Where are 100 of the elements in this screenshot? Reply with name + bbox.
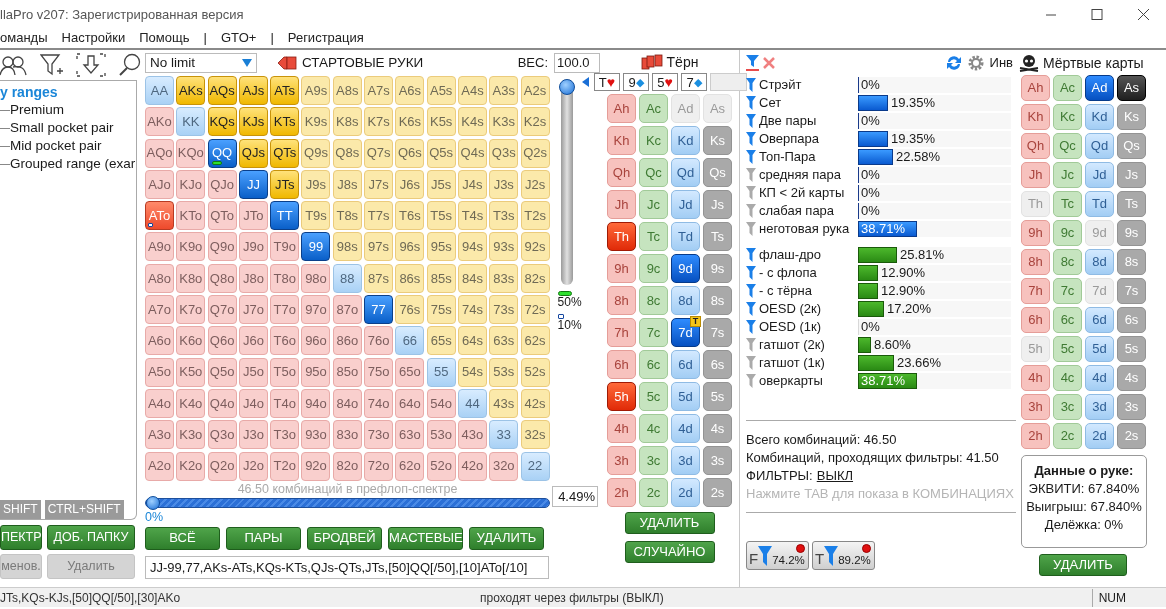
hand-cell[interactable]: T8s [332,201,362,231]
button[interactable]: МАСТЕВЫЕ [388,526,463,550]
hand-cell[interactable]: A5o [145,357,174,387]
card-button[interactable]: 6s [703,350,732,379]
hand-cell[interactable]: K6o [176,326,206,356]
hand-cell[interactable]: 83s [489,263,519,293]
filter-icon[interactable] [746,284,756,298]
hand-cell[interactable]: T7s [364,201,394,231]
button[interactable]: ДОБ. ПАПКУ [47,525,135,550]
card-button[interactable]: Js [703,190,732,219]
hand-cell[interactable]: T4s [457,201,487,231]
hand-cell[interactable]: A8s [332,76,362,105]
hand-cell[interactable]: 86o [332,326,362,356]
hand-cell[interactable]: A3s [489,76,519,105]
hand-cell[interactable]: J9s [301,169,331,199]
hand-cell[interactable]: A6s [395,76,425,105]
card-button[interactable]: 2d [671,478,700,507]
hand-cell[interactable]: A9o [145,232,174,262]
import-icon[interactable] [76,53,106,77]
card-button[interactable]: 2c [1053,423,1082,449]
hand-cell[interactable]: ATo [145,201,174,231]
hand-cell[interactable]: 33 [489,420,519,450]
hand-cell[interactable]: Q5s [426,138,456,168]
hand-cell[interactable]: ATs [270,76,300,105]
card-button[interactable]: Ks [703,126,732,155]
hand-cell[interactable]: J4s [457,169,487,199]
card-button[interactable]: 7c [639,318,668,347]
card-button[interactable]: Jd [671,190,700,219]
card-button[interactable]: Kh [607,126,636,155]
people-icon[interactable] [0,54,28,76]
card-button[interactable]: Tc [1053,191,1082,217]
hand-cell[interactable]: 84o [332,388,362,418]
hand-cell[interactable]: AA [145,76,174,105]
card-button[interactable]: 6c [639,350,668,379]
hand-cell[interactable]: A6o [145,326,174,356]
hand-cell[interactable]: J7o [238,295,268,325]
hand-cell[interactable]: A4o [145,388,174,418]
hand-cell[interactable]: Q9s [301,138,331,168]
filter-icon[interactable] [746,248,756,262]
hand-cell[interactable]: KTs [270,107,300,137]
hand-cell[interactable]: 74s [457,295,487,325]
card-button[interactable]: Ks [1117,104,1146,130]
hand-cell[interactable]: K3s [489,107,519,137]
card-button[interactable]: 6h [1021,307,1050,333]
hand-cell[interactable]: 94o [301,388,331,418]
card-button[interactable]: 8d [1085,249,1114,275]
card-button[interactable]: 4s [703,414,732,443]
card-button[interactable]: Qs [703,158,732,187]
hand-cell[interactable]: 64o [395,388,425,418]
hand-cell[interactable]: 76s [395,295,425,325]
card-button[interactable]: 5s [703,382,732,411]
menu-item[interactable]: Регистрация [287,28,364,48]
hand-cell[interactable]: 73o [364,420,394,450]
board-slot[interactable]: 9◆ [623,73,649,91]
hand-cell[interactable]: A3o [145,420,174,450]
hand-cell[interactable]: KTo [176,201,206,231]
card-button[interactable]: Th [607,222,636,251]
card-button[interactable]: 9s [703,254,732,283]
hand-cell[interactable]: Q3o [207,420,237,450]
hand-cell[interactable]: T8o [270,263,300,293]
filter-icon[interactable] [746,320,756,334]
hand-cell[interactable]: J5o [238,357,268,387]
card-button[interactable]: Ah [607,94,636,123]
hand-cell[interactable]: 96o [301,326,331,356]
card-button[interactable]: 4h [607,414,636,443]
hand-cell[interactable]: 76o [364,326,394,356]
hand-cell[interactable]: A4s [457,76,487,105]
button[interactable]: УДАЛИТЬ [1039,554,1127,576]
filter-add-icon[interactable] [40,53,64,77]
refresh-icon[interactable] [944,54,963,72]
hand-cell[interactable]: KJo [176,169,206,199]
hand-cell[interactable]: 87o [332,295,362,325]
card-button[interactable]: 9h [607,254,636,283]
hand-cell[interactable]: 32s [520,420,550,450]
card-button[interactable]: 6h [607,350,636,379]
hand-cell[interactable]: 85s [426,263,456,293]
hand-cell[interactable]: 95o [301,357,331,387]
hand-cell[interactable]: 96s [395,232,425,262]
card-button[interactable]: Ts [703,222,732,251]
hand-cell[interactable]: T4o [270,388,300,418]
card-button[interactable]: 9c [1053,220,1082,246]
hand-cell[interactable]: 63s [489,326,519,356]
hand-cell[interactable]: Q6o [207,326,237,356]
tab[interactable]: SHIFT [0,500,41,519]
hand-cell[interactable]: A5s [426,76,456,105]
card-button[interactable]: 3c [1053,394,1082,420]
tree-item[interactable]: y ranges [0,83,136,101]
menu-item[interactable]: | [203,28,207,48]
hand-cell[interactable]: 65s [426,326,456,356]
hand-cell[interactable]: QTo [207,201,237,231]
card-button[interactable]: Ac [639,94,668,123]
hand-cell[interactable]: JTo [238,201,268,231]
caret-left-icon[interactable] [582,77,589,87]
card-button[interactable]: Qs [1117,133,1146,159]
board-slot[interactable]: 7◆ [681,73,707,91]
card-button[interactable]: Qd [671,158,700,187]
hand-cell[interactable]: 32o [489,451,519,481]
hand-cell[interactable]: Q7o [207,295,237,325]
hand-cell[interactable]: 66 [395,326,425,356]
hand-cell[interactable]: T6o [270,326,300,356]
